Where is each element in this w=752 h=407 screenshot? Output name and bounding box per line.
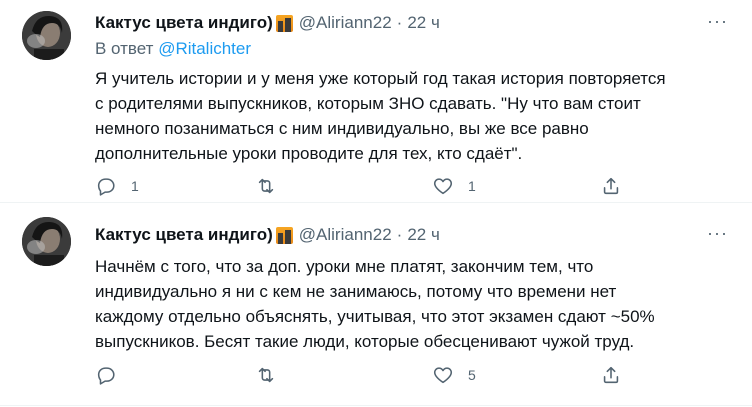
action-bar: 5 [95, 364, 655, 386]
reply-button[interactable] [95, 364, 255, 386]
retweet-button[interactable] [255, 364, 432, 386]
retweet-icon [258, 178, 274, 194]
reply-prefix: В ответ [95, 39, 154, 58]
like-button[interactable]: 5 [432, 364, 600, 386]
reply-icon [97, 178, 115, 196]
author-name[interactable]: Кактус цвета индиго) [95, 225, 273, 245]
reply-icon [97, 367, 115, 385]
avatar[interactable] [22, 11, 71, 60]
separator: · [396, 225, 403, 244]
author-handle[interactable]: @Aliriann22 [299, 225, 392, 245]
reply-count: 1 [131, 178, 139, 194]
retweet-button[interactable] [255, 175, 432, 197]
heart-icon [433, 178, 453, 195]
avatar[interactable] [22, 217, 71, 266]
action-bar: 1 1 [95, 175, 655, 197]
share-button[interactable] [600, 364, 622, 386]
like-count: 1 [468, 178, 476, 194]
share-icon [603, 177, 619, 195]
timestamp[interactable]: 22 ч [407, 13, 440, 33]
like-button[interactable]: 1 [432, 175, 600, 197]
separator: · [396, 13, 403, 32]
tweet-text: Я учитель истории и у меня уже который г… [95, 69, 666, 163]
more-icon[interactable]: ··· [707, 12, 728, 30]
reply-to-link[interactable]: @Ritalichter [158, 39, 251, 58]
share-icon [603, 366, 619, 384]
timestamp[interactable]: 22 ч [407, 225, 440, 245]
more-icon[interactable]: ··· [707, 224, 728, 242]
author-name[interactable]: Кактус цвета индиго) [95, 13, 273, 33]
city-emoji-icon [275, 226, 293, 244]
heart-icon [433, 367, 453, 384]
tweet-text: Начнём с того, что за доп. уроки мне пла… [95, 257, 655, 351]
reply-context: В ответ @Ritalichter [95, 39, 732, 61]
tweet-1[interactable]: Кактус цвета индиго) @Aliriann22 · 22 ч … [0, 0, 752, 203]
like-count: 5 [468, 367, 476, 383]
tweet-header: Кактус цвета индиго) @Aliriann22 · 22 ч [95, 12, 732, 34]
author-handle[interactable]: @Aliriann22 [299, 13, 392, 33]
tweet-2[interactable]: Кактус цвета индиго) @Aliriann22 · 22 ч … [0, 203, 752, 406]
tweet-header: Кактус цвета индиго) @Aliriann22 · 22 ч [95, 224, 732, 246]
city-emoji-icon [275, 14, 293, 32]
reply-button[interactable]: 1 [95, 175, 255, 197]
retweet-icon [258, 367, 274, 383]
share-button[interactable] [600, 175, 622, 197]
